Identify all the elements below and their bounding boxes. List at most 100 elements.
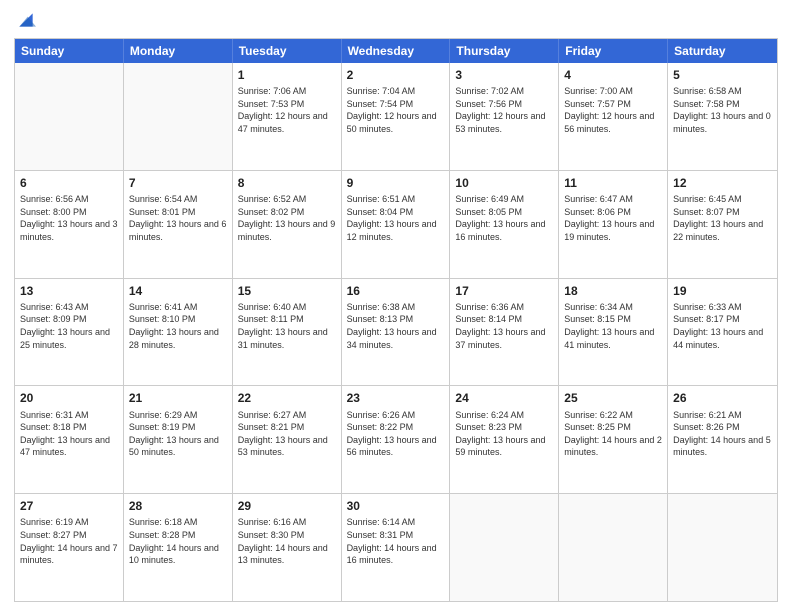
day-number: 19 xyxy=(673,283,772,299)
day-info: Sunrise: 6:58 AMSunset: 7:58 PMDaylight:… xyxy=(673,85,772,135)
day-info: Sunrise: 7:04 AMSunset: 7:54 PMDaylight:… xyxy=(347,85,445,135)
calendar-day-12: 12Sunrise: 6:45 AMSunset: 8:07 PMDayligh… xyxy=(668,171,777,278)
day-number: 28 xyxy=(129,498,227,514)
calendar-day-23: 23Sunrise: 6:26 AMSunset: 8:22 PMDayligh… xyxy=(342,386,451,493)
day-info: Sunrise: 6:27 AMSunset: 8:21 PMDaylight:… xyxy=(238,409,336,459)
day-info: Sunrise: 6:51 AMSunset: 8:04 PMDaylight:… xyxy=(347,193,445,243)
day-number: 30 xyxy=(347,498,445,514)
day-info: Sunrise: 6:14 AMSunset: 8:31 PMDaylight:… xyxy=(347,516,445,566)
day-number: 24 xyxy=(455,390,553,406)
header-day-wednesday: Wednesday xyxy=(342,39,451,63)
day-info: Sunrise: 6:38 AMSunset: 8:13 PMDaylight:… xyxy=(347,301,445,351)
day-number: 14 xyxy=(129,283,227,299)
calendar-day-8: 8Sunrise: 6:52 AMSunset: 8:02 PMDaylight… xyxy=(233,171,342,278)
day-info: Sunrise: 6:49 AMSunset: 8:05 PMDaylight:… xyxy=(455,193,553,243)
calendar-week-5: 27Sunrise: 6:19 AMSunset: 8:27 PMDayligh… xyxy=(15,494,777,601)
calendar-day-20: 20 Sunrise: 6:31 AMSunset: 8:18 PMDayligh… xyxy=(15,386,124,493)
day-number: 3 xyxy=(455,67,553,83)
calendar-week-4: 20 Sunrise: 6:31 AMSunset: 8:18 PMDayligh… xyxy=(15,386,777,494)
day-info: Sunrise: 6:31 AMSunset: 8:18 PMDaylight:… xyxy=(20,409,118,459)
day-info: Sunrise: 6:16 AMSunset: 8:30 PMDaylight:… xyxy=(238,516,336,566)
calendar-day-3: 3 Sunrise: 7:02 AMSunset: 7:56 PMDaylight… xyxy=(450,63,559,170)
calendar-day-24: 24 Sunrise: 6:24 AMSunset: 8:23 PMDayligh… xyxy=(450,386,559,493)
day-number: 9 xyxy=(347,175,445,191)
day-info: Sunrise: 7:00 AMSunset: 7:57 PMDaylight:… xyxy=(564,85,662,135)
calendar-day-25: 25 Sunrise: 6:22 AMSunset: 8:25 PMDayligh… xyxy=(559,386,668,493)
calendar-empty-cell xyxy=(668,494,777,601)
calendar-empty-cell xyxy=(559,494,668,601)
day-number: 21 xyxy=(129,390,227,406)
day-info: Sunrise: 6:24 AMSunset: 8:23 PMDaylight:… xyxy=(455,409,553,459)
calendar-day-2: 2 Sunrise: 7:04 AMSunset: 7:54 PMDaylight… xyxy=(342,63,451,170)
calendar-day-10: 10 Sunrise: 6:49 AMSunset: 8:05 PMDayligh… xyxy=(450,171,559,278)
day-info: Sunrise: 6:29 AMSunset: 8:19 PMDaylight:… xyxy=(129,409,227,459)
logo xyxy=(14,10,36,30)
day-number: 29 xyxy=(238,498,336,514)
calendar-day-28: 28 Sunrise: 6:18 AMSunset: 8:28 PMDayligh… xyxy=(124,494,233,601)
page-header xyxy=(14,10,778,30)
calendar-week-1: 1 Sunrise: 7:06 AMSunset: 7:53 PMDaylight… xyxy=(15,63,777,171)
calendar-day-6: 6 Sunrise: 6:56 AMSunset: 8:00 PMDaylight… xyxy=(15,171,124,278)
day-info: Sunrise: 6:34 AMSunset: 8:15 PMDaylight:… xyxy=(564,301,662,351)
day-number: 18 xyxy=(564,283,662,299)
calendar: SundayMondayTuesdayWednesdayThursdayFrid… xyxy=(14,38,778,602)
day-info: Sunrise: 6:36 AMSunset: 8:14 PMDaylight:… xyxy=(455,301,553,351)
day-info: Sunrise: 6:41 AMSunset: 8:10 PMDaylight:… xyxy=(129,301,227,351)
day-number: 12 xyxy=(673,175,772,191)
day-info: Sunrise: 6:43 AMSunset: 8:09 PMDaylight:… xyxy=(20,301,118,351)
calendar-empty-cell xyxy=(15,63,124,170)
calendar-day-27: 27Sunrise: 6:19 AMSunset: 8:27 PMDayligh… xyxy=(15,494,124,601)
calendar-day-17: 17 Sunrise: 6:36 AMSunset: 8:14 PMDayligh… xyxy=(450,279,559,386)
calendar-day-19: 19 Sunrise: 6:33 AMSunset: 8:17 PMDayligh… xyxy=(668,279,777,386)
calendar-day-13: 13 Sunrise: 6:43 AMSunset: 8:09 PMDayligh… xyxy=(15,279,124,386)
day-info: Sunrise: 6:54 AMSunset: 8:01 PMDaylight:… xyxy=(129,193,227,243)
header-day-saturday: Saturday xyxy=(668,39,777,63)
day-info: Sunrise: 6:22 AMSunset: 8:25 PMDaylight:… xyxy=(564,409,662,459)
header-day-friday: Friday xyxy=(559,39,668,63)
day-number: 7 xyxy=(129,175,227,191)
day-info: Sunrise: 7:06 AMSunset: 7:53 PMDaylight:… xyxy=(238,85,336,135)
day-info: Sunrise: 7:02 AMSunset: 7:56 PMDaylight:… xyxy=(455,85,553,135)
day-number: 15 xyxy=(238,283,336,299)
calendar-day-16: 16Sunrise: 6:38 AMSunset: 8:13 PMDayligh… xyxy=(342,279,451,386)
calendar-day-15: 15 Sunrise: 6:40 AMSunset: 8:11 PMDayligh… xyxy=(233,279,342,386)
header-day-monday: Monday xyxy=(124,39,233,63)
day-number: 25 xyxy=(564,390,662,406)
calendar-day-21: 21 Sunrise: 6:29 AMSunset: 8:19 PMDayligh… xyxy=(124,386,233,493)
calendar-day-14: 14 Sunrise: 6:41 AMSunset: 8:10 PMDayligh… xyxy=(124,279,233,386)
calendar-day-9: 9 Sunrise: 6:51 AMSunset: 8:04 PMDaylight… xyxy=(342,171,451,278)
day-number: 11 xyxy=(564,175,662,191)
day-number: 17 xyxy=(455,283,553,299)
calendar-day-29: 29 Sunrise: 6:16 AMSunset: 8:30 PMDayligh… xyxy=(233,494,342,601)
day-info: Sunrise: 6:18 AMSunset: 8:28 PMDaylight:… xyxy=(129,516,227,566)
day-number: 13 xyxy=(20,283,118,299)
header-day-sunday: Sunday xyxy=(15,39,124,63)
day-number: 8 xyxy=(238,175,336,191)
calendar-day-26: 26 Sunrise: 6:21 AMSunset: 8:26 PMDayligh… xyxy=(668,386,777,493)
day-number: 26 xyxy=(673,390,772,406)
day-info: Sunrise: 6:26 AMSunset: 8:22 PMDaylight:… xyxy=(347,409,445,459)
day-number: 20 xyxy=(20,390,118,406)
day-number: 6 xyxy=(20,175,118,191)
calendar-day-18: 18 Sunrise: 6:34 AMSunset: 8:15 PMDayligh… xyxy=(559,279,668,386)
day-info: Sunrise: 6:33 AMSunset: 8:17 PMDaylight:… xyxy=(673,301,772,351)
calendar-day-7: 7 Sunrise: 6:54 AMSunset: 8:01 PMDaylight… xyxy=(124,171,233,278)
day-number: 1 xyxy=(238,67,336,83)
day-info: Sunrise: 6:56 AMSunset: 8:00 PMDaylight:… xyxy=(20,193,118,243)
logo-icon xyxy=(16,10,36,30)
calendar-day-4: 4Sunrise: 7:00 AMSunset: 7:57 PMDaylight… xyxy=(559,63,668,170)
calendar-day-5: 5 Sunrise: 6:58 AMSunset: 7:58 PMDaylight… xyxy=(668,63,777,170)
day-number: 10 xyxy=(455,175,553,191)
header-day-thursday: Thursday xyxy=(450,39,559,63)
calendar-day-30: 30 Sunrise: 6:14 AMSunset: 8:31 PMDayligh… xyxy=(342,494,451,601)
header-day-tuesday: Tuesday xyxy=(233,39,342,63)
calendar-body: 1 Sunrise: 7:06 AMSunset: 7:53 PMDaylight… xyxy=(15,63,777,601)
day-number: 5 xyxy=(673,67,772,83)
day-info: Sunrise: 6:40 AMSunset: 8:11 PMDaylight:… xyxy=(238,301,336,351)
day-info: Sunrise: 6:21 AMSunset: 8:26 PMDaylight:… xyxy=(673,409,772,459)
calendar-week-3: 13 Sunrise: 6:43 AMSunset: 8:09 PMDayligh… xyxy=(15,279,777,387)
calendar-empty-cell xyxy=(124,63,233,170)
calendar-header: SundayMondayTuesdayWednesdayThursdayFrid… xyxy=(15,39,777,63)
calendar-day-1: 1 Sunrise: 7:06 AMSunset: 7:53 PMDaylight… xyxy=(233,63,342,170)
day-number: 2 xyxy=(347,67,445,83)
